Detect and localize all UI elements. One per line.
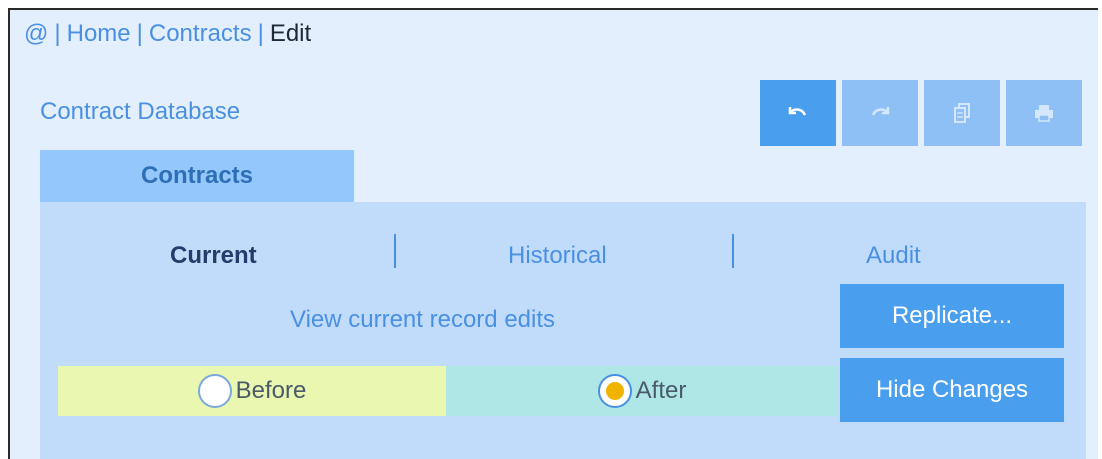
undo-button[interactable] <box>760 80 836 146</box>
subtab-audit[interactable]: Audit <box>866 242 921 270</box>
option-after[interactable]: After <box>446 366 838 416</box>
app-frame: @ | Home | Contracts | Edit Contract Database … <box>8 8 1098 459</box>
breadcrumb: @ | Home | Contracts | Edit <box>24 20 311 48</box>
before-label: Before <box>235 377 307 404</box>
subtab-divider <box>732 234 734 268</box>
radio-selected-dot <box>605 382 624 400</box>
copy-icon <box>954 103 970 123</box>
before-radio[interactable] <box>197 374 232 408</box>
subtab-historical[interactable]: Historical <box>508 242 607 270</box>
breadcrumb-separator: | <box>136 20 143 47</box>
breadcrumb-separator: | <box>257 20 264 47</box>
replicate-button[interactable]: Replicate... <box>840 284 1064 348</box>
copy-button[interactable] <box>924 80 1000 146</box>
redo-icon <box>871 107 890 116</box>
redo-button[interactable] <box>842 80 918 146</box>
breadcrumb-home[interactable]: Home <box>67 20 131 48</box>
option-before[interactable]: Before <box>58 366 446 416</box>
breadcrumb-edit: Edit <box>269 20 312 47</box>
tab-contracts[interactable]: Contracts <box>40 150 354 202</box>
view-description: View current record edits <box>290 306 556 333</box>
hide-changes-button[interactable]: Hide Changes <box>840 358 1064 422</box>
page-title: Contract Database <box>40 98 241 125</box>
breadcrumb-separator: | <box>54 20 61 47</box>
subtab-current[interactable]: Current <box>170 242 257 270</box>
print-icon <box>1035 105 1053 122</box>
breadcrumb-root[interactable]: @ <box>24 20 48 48</box>
after-radio[interactable] <box>597 374 632 408</box>
after-label: After <box>635 377 687 404</box>
subtab-divider <box>394 234 396 268</box>
print-button[interactable] <box>1006 80 1082 146</box>
breadcrumb-contracts[interactable]: Contracts <box>149 20 252 48</box>
undo-icon <box>788 107 807 116</box>
